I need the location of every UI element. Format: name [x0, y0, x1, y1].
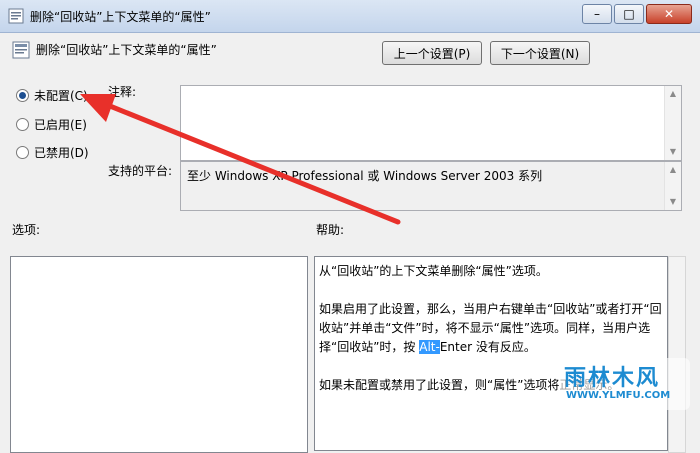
scroll-down-icon[interactable]: ▼ — [665, 195, 681, 209]
maximize-icon: □ — [623, 7, 635, 21]
radio-enabled[interactable]: 已启用(E) — [16, 116, 87, 133]
radio-label: 未配置(C) — [34, 89, 88, 103]
radio-label: 已禁用(D) — [34, 146, 89, 160]
policy-window-icon — [8, 8, 24, 27]
selected-text: Alt- — [419, 340, 440, 354]
help-label: 帮助: — [316, 223, 345, 237]
help-paragraph: 如果启用了此设置，那么，当用户右键单击“回收站”或者打开“回收站”并单击“文件”… — [319, 300, 663, 357]
options-label: 选项: — [12, 223, 41, 237]
help-scrollbar[interactable] — [668, 256, 686, 453]
comment-textarea[interactable]: ▲ ▼ — [180, 85, 682, 161]
radio-disabled[interactable]: 已禁用(D) — [16, 144, 89, 161]
comment-scrollbar[interactable]: ▲ ▼ — [664, 86, 681, 160]
close-button[interactable]: ✕ — [646, 4, 692, 24]
previous-setting-button[interactable]: 上一个设置(P) — [382, 41, 482, 65]
watermark-url: WWW.YLMFU.COM — [566, 390, 671, 401]
help-text: Enter 没有反应。 — [439, 340, 536, 354]
maximize-button[interactable]: □ — [614, 4, 644, 24]
window-controls: – □ ✕ — [580, 4, 692, 24]
help-panel[interactable]: 从“回收站”的上下文菜单删除“属性”选项。 如果启用了此设置，那么，当用户右键单… — [314, 256, 668, 451]
radio-dot-icon — [16, 89, 29, 102]
platform-label: 支持的平台: — [108, 164, 173, 178]
scroll-up-icon[interactable]: ▲ — [665, 163, 681, 177]
minimize-button[interactable]: – — [582, 4, 612, 24]
window-title: 删除“回收站”上下文菜单的“属性” — [30, 10, 211, 24]
watermark-logo: 雨林木风 — [564, 366, 661, 391]
scroll-down-icon[interactable]: ▼ — [665, 145, 681, 159]
platform-scrollbar[interactable]: ▲ ▼ — [664, 162, 681, 210]
next-setting-button[interactable]: 下一个设置(N) — [490, 41, 590, 65]
comment-label: 注释: — [108, 85, 137, 99]
radio-dot-icon — [16, 118, 29, 131]
minimize-icon: – — [594, 7, 600, 21]
close-icon: ✕ — [663, 7, 675, 21]
platform-field: 至少 Windows XP Professional 或 Windows Ser… — [180, 161, 682, 211]
help-paragraph: 从“回收站”的上下文菜单删除“属性”选项。 — [319, 264, 548, 278]
radio-dot-icon — [16, 146, 29, 159]
radio-label: 已启用(E) — [34, 118, 87, 132]
radio-not-configured[interactable]: 未配置(C) — [16, 87, 88, 104]
title-bar: 删除“回收站”上下文菜单的“属性” – □ ✕ — [0, 0, 700, 33]
options-panel — [10, 256, 308, 453]
policy-name: 删除“回收站”上下文菜单的“属性” — [36, 43, 217, 57]
watermark: 雨林木风 WWW.YLMFU.COM — [560, 358, 690, 410]
policy-setting-icon — [12, 41, 30, 62]
scroll-up-icon[interactable]: ▲ — [665, 87, 681, 101]
platform-text: 至少 Windows XP Professional 或 Windows Ser… — [187, 169, 543, 183]
